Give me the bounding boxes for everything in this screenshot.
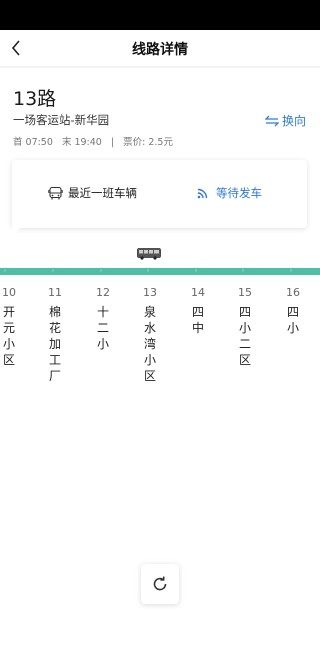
waiting-label: 等待发车 bbox=[216, 186, 262, 200]
stop-item[interactable]: 11 棉花加工厂 bbox=[48, 286, 68, 384]
nav-bar: 线路详情 bbox=[0, 30, 320, 66]
bus-status-card: 最近一班车辆 等待发车 bbox=[12, 160, 307, 228]
page-title: 线路详情 bbox=[132, 42, 188, 58]
direction-arrow-icon: › bbox=[100, 268, 102, 274]
stop-number: 12 bbox=[96, 286, 110, 299]
bus-position-icon bbox=[137, 248, 161, 260]
stop-item[interactable]: 16 四小 bbox=[286, 286, 306, 336]
stop-number: 15 bbox=[238, 286, 252, 299]
direction-arrow-icon: › bbox=[242, 268, 244, 274]
stop-name: 十二小 bbox=[96, 305, 109, 351]
bus-icon bbox=[48, 186, 63, 199]
status-bar bbox=[0, 0, 320, 30]
refresh-icon bbox=[153, 576, 167, 591]
switch-direction-button[interactable]: 换向 bbox=[264, 112, 306, 129]
stop-name: 四小 bbox=[286, 305, 299, 335]
direction-arrow-icon: › bbox=[147, 268, 149, 274]
card-pointer bbox=[12, 226, 22, 236]
stop-item[interactable]: 13 泉水湾小区 bbox=[143, 286, 163, 384]
stop-name: 四中 bbox=[191, 305, 204, 335]
stop-name: 棉花加工厂 bbox=[48, 305, 61, 383]
stop-name: 开元小区 bbox=[2, 305, 15, 367]
refresh-button[interactable] bbox=[141, 564, 179, 604]
direction-arrow-icon: › bbox=[195, 268, 197, 274]
stop-name: 泉水湾小区 bbox=[143, 305, 156, 383]
stop-name: 四小二区 bbox=[238, 305, 251, 367]
fare: 票价: 2.5元 bbox=[123, 137, 173, 148]
latest-bus-label: 最近一班车辆 bbox=[68, 186, 137, 200]
waiting-status: 等待发车 bbox=[196, 185, 262, 201]
stop-number: 10 bbox=[2, 286, 16, 299]
direction-arrow-icon: › bbox=[4, 268, 6, 274]
switch-direction-label: 换向 bbox=[281, 114, 306, 128]
stop-item[interactable]: 15 四小二区 bbox=[238, 286, 258, 368]
route-span: 一场客运站-新华园 bbox=[13, 113, 110, 127]
latest-bus-item[interactable]: 最近一班车辆 bbox=[48, 185, 137, 201]
stop-number: 13 bbox=[143, 286, 157, 299]
direction-arrow-icon: › bbox=[290, 268, 292, 274]
first-bus-time: 首 07:50 bbox=[13, 137, 53, 148]
last-bus-time: 末 19:40 bbox=[61, 137, 102, 148]
stop-item[interactable]: 14 四中 bbox=[191, 286, 211, 336]
direction-arrow-icon: › bbox=[52, 268, 54, 274]
route-name: 13路 bbox=[13, 88, 57, 110]
stop-item[interactable]: 10 开元小区 bbox=[2, 286, 22, 368]
stop-item[interactable]: 12 十二小 bbox=[96, 286, 116, 352]
signal-icon bbox=[197, 188, 208, 199]
stop-number: 14 bbox=[191, 286, 205, 299]
route-line bbox=[0, 268, 320, 275]
swap-arrows-icon bbox=[264, 115, 279, 126]
route-schedule: 首 07:50 末 19:40 | 票价: 2.5元 bbox=[13, 134, 179, 148]
stop-number: 11 bbox=[48, 286, 62, 299]
separator: | bbox=[110, 137, 115, 148]
stop-number: 16 bbox=[286, 286, 300, 299]
